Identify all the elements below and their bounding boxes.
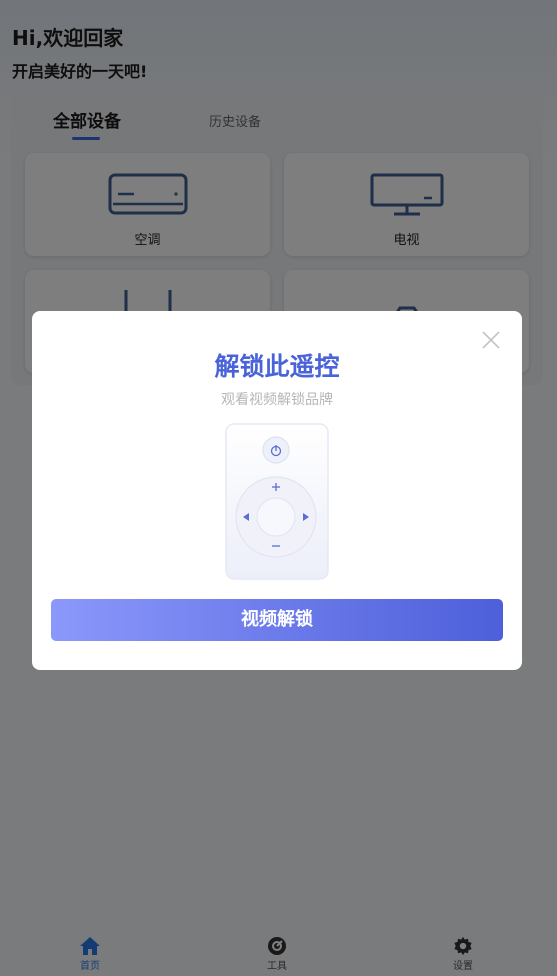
remote-control-icon — [224, 422, 330, 582]
unlock-modal: 解锁此遥控 观看视频解锁品牌 视频解锁 — [32, 311, 522, 670]
video-unlock-button[interactable]: 视频解锁 — [51, 599, 503, 641]
modal-subtitle: 观看视频解锁品牌 — [221, 392, 333, 408]
modal-title: 解锁此遥控 — [214, 352, 340, 381]
